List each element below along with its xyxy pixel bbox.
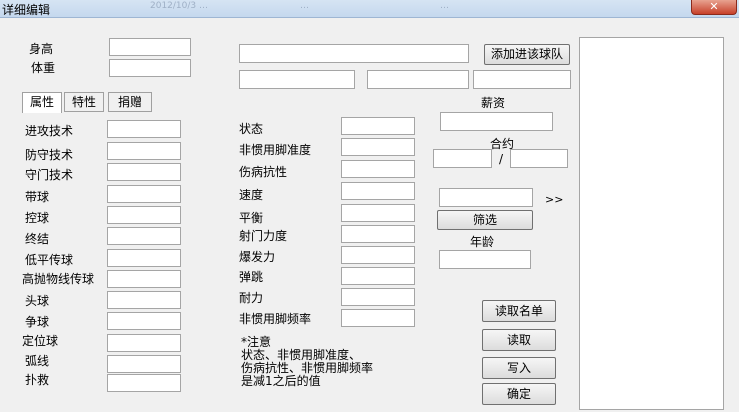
title-bar: 详细编辑 2012/10/3 … … … ✕ [0, 0, 739, 18]
weight-label: 体重 [31, 61, 56, 75]
attr-label: 非惯用脚准度 [239, 143, 312, 157]
attr-label: 控球 [25, 211, 50, 225]
attr-label: 争球 [25, 315, 50, 329]
background-text: … [300, 1, 309, 11]
add-to-team-button[interactable]: 添加进该球队 [484, 44, 570, 65]
attr-input[interactable] [107, 374, 181, 392]
contract-separator: / [499, 152, 504, 166]
attr-input[interactable] [107, 120, 181, 138]
attr-input[interactable] [341, 138, 415, 156]
attr-input[interactable] [107, 334, 181, 352]
attr-label: 低平传球 [25, 253, 74, 267]
ok-button[interactable]: 确定 [482, 383, 556, 405]
attr-label: 终结 [25, 232, 50, 246]
attr-label: 弧线 [25, 354, 50, 368]
attr-label: 扑救 [25, 373, 50, 387]
attr-input[interactable] [341, 182, 415, 200]
attr-label: 耐力 [239, 291, 264, 305]
attr-input[interactable] [107, 270, 181, 288]
attr-label: 射门力度 [239, 229, 288, 243]
player-list-box[interactable] [579, 37, 724, 410]
attr-input[interactable] [341, 117, 415, 135]
attr-label: 守门技术 [25, 168, 74, 182]
background-text: … [440, 1, 449, 11]
team-field-3[interactable] [473, 70, 571, 89]
attr-label: 防守技术 [25, 148, 74, 162]
background-text: 2012/10/3 … [150, 1, 209, 11]
attr-label: 弹跳 [239, 270, 264, 284]
attr-label: 头球 [25, 294, 50, 308]
attr-input[interactable] [341, 288, 415, 306]
filter-input[interactable] [439, 188, 533, 207]
attr-input[interactable] [107, 206, 181, 224]
attr-label: 非惯用脚频率 [239, 312, 312, 326]
ok-label: 确定 [506, 387, 531, 401]
attr-input[interactable] [107, 312, 181, 330]
team-field-2[interactable] [367, 70, 469, 89]
attr-input[interactable] [107, 249, 181, 267]
attr-label: 进攻技术 [25, 124, 74, 138]
tab-attributes[interactable]: 属性 [22, 92, 62, 113]
attr-label: 平衡 [239, 211, 264, 225]
attr-input[interactable] [107, 291, 181, 309]
height-input[interactable] [109, 38, 191, 56]
attr-input[interactable] [341, 160, 415, 178]
attr-input[interactable] [341, 309, 415, 327]
attr-label: 状态 [239, 122, 264, 136]
team-field-1[interactable] [239, 70, 355, 89]
height-label: 身高 [29, 42, 54, 56]
team-select-input[interactable] [239, 44, 469, 63]
read-button[interactable]: 读取 [482, 329, 556, 351]
weight-input[interactable] [109, 59, 191, 77]
tab-label: 属性 [29, 95, 54, 109]
attr-input[interactable] [341, 225, 415, 243]
tab-label: 捐赠 [117, 95, 142, 109]
attr-input[interactable] [341, 204, 415, 222]
add-to-team-label: 添加进该球队 [490, 47, 563, 61]
window-title: 详细编辑 [2, 3, 51, 17]
attr-input[interactable] [107, 185, 181, 203]
salary-input[interactable] [440, 112, 553, 131]
attr-label: 带球 [25, 190, 50, 204]
tab-label: 特性 [71, 95, 96, 109]
close-icon: ✕ [709, 0, 719, 13]
contract-start-input[interactable] [433, 149, 492, 168]
write-label: 写入 [506, 361, 531, 375]
write-button[interactable]: 写入 [482, 357, 556, 379]
attr-input[interactable] [107, 355, 181, 373]
close-button[interactable]: ✕ [691, 0, 737, 15]
filter-button[interactable]: 筛选 [437, 210, 533, 230]
expand-arrow-icon[interactable]: >> [545, 193, 563, 207]
tab-traits[interactable]: 特性 [64, 92, 104, 112]
age-input[interactable] [439, 250, 531, 269]
salary-label: 薪资 [481, 96, 506, 110]
attr-label: 伤病抗性 [239, 165, 288, 179]
attr-label: 爆发力 [239, 250, 276, 264]
tab-donation[interactable]: 捐赠 [108, 92, 152, 112]
age-label: 年龄 [470, 235, 495, 249]
attr-input[interactable] [107, 142, 181, 160]
attr-input[interactable] [341, 267, 415, 285]
attr-input[interactable] [107, 227, 181, 245]
attr-input[interactable] [341, 246, 415, 264]
read-label: 读取 [506, 333, 531, 347]
attr-input[interactable] [107, 163, 181, 181]
contract-end-input[interactable] [510, 149, 568, 168]
attr-label: 高抛物线传球 [22, 272, 95, 286]
note-line: 是减1之后的值 [241, 374, 321, 388]
attr-label: 速度 [239, 188, 264, 202]
note-text: *注意 状态、非惯用脚准度、 伤病抗性、非惯用脚频率 是减1之后的值 [241, 336, 373, 388]
attr-label: 定位球 [22, 334, 59, 348]
filter-button-label: 筛选 [472, 213, 497, 227]
read-list-label: 读取名单 [494, 304, 543, 318]
read-list-button[interactable]: 读取名单 [482, 300, 556, 322]
